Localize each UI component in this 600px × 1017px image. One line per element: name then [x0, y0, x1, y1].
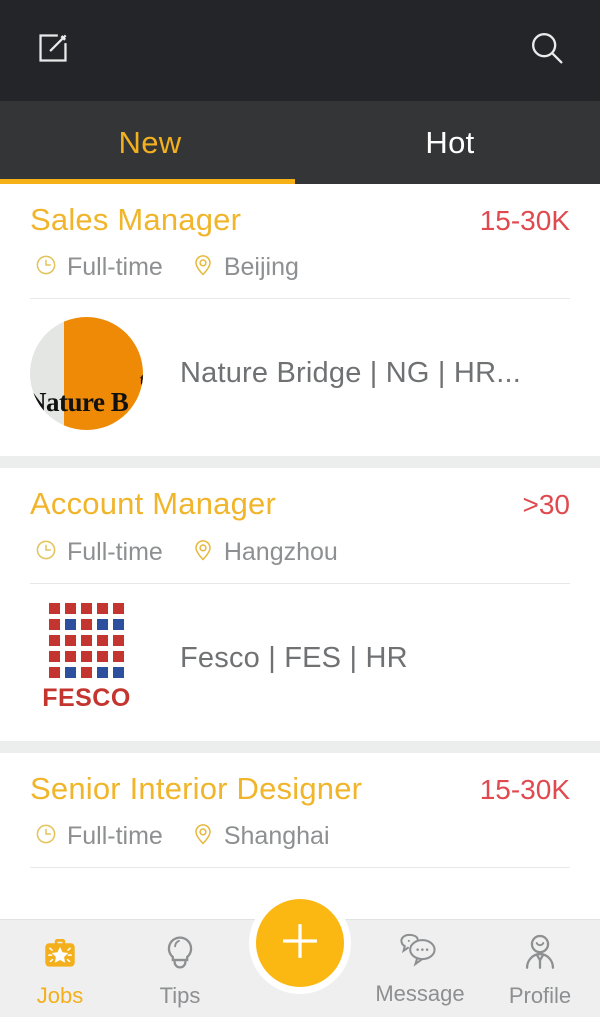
job-card[interactable]: Account Manager >30 Full-time Hangzhou F… [0, 468, 600, 741]
tab-active-indicator [0, 179, 295, 184]
job-card-body: FESCO Fesco | FES | HR [30, 584, 570, 741]
job-employment-type-label: Full-time [67, 822, 163, 851]
job-meta-row: Full-time Shanghai [30, 808, 570, 867]
fesco-logo-square [65, 667, 76, 679]
nav-item-message[interactable]: Message [360, 920, 480, 1007]
nav-item-profile[interactable]: Profile [480, 920, 600, 1009]
nav-item-message-label: Message [375, 981, 465, 1006]
tab-new-label: New [118, 124, 182, 160]
person-icon [519, 932, 561, 979]
job-employment-type: Full-time [34, 822, 163, 851]
plus-icon [274, 915, 326, 972]
job-location-label: Shanghai [223, 822, 330, 851]
nav-item-jobs-label: Jobs [36, 983, 84, 1008]
clock-icon [34, 538, 58, 567]
fesco-logo-text: FESCO [42, 684, 131, 713]
job-employment-type: Full-time [34, 253, 163, 282]
fesco-logo-square [113, 603, 124, 615]
nature-bridge-logo-text: Nature B [30, 387, 129, 418]
fesco-logo-square [65, 651, 76, 663]
clock-icon [34, 253, 58, 282]
fesco-logo-square [65, 635, 76, 647]
job-salary: >30 [522, 489, 571, 521]
fesco-logo-square [49, 667, 60, 679]
job-employment-type: Full-time [34, 538, 163, 567]
job-card-body: tt Nature B Nature Bridge | NG | HR... [30, 299, 570, 456]
bottom-navigation: Jobs Tips Message Profile [0, 892, 600, 1017]
fab-inner [256, 899, 344, 987]
company-info: Fesco | FES | HR [180, 641, 408, 674]
nature-bridge-logo-icon: tt Nature B [30, 317, 143, 431]
fesco-logo-square [113, 667, 124, 679]
job-card-header: Sales Manager 15-30K [30, 184, 570, 239]
nav-item-tips[interactable]: Tips [120, 920, 240, 1009]
job-title: Senior Interior Designer [30, 770, 363, 806]
job-list: Sales Manager 15-30K Full-time Beijing t… [0, 184, 600, 1014]
job-title: Sales Manager [30, 202, 242, 237]
job-card[interactable]: Sales Manager 15-30K Full-time Beijing t… [0, 184, 600, 457]
tab-hot[interactable]: Hot [300, 101, 600, 184]
job-location-label: Hangzhou [223, 537, 338, 566]
clock-icon [34, 822, 58, 851]
company-logo: FESCO [30, 602, 143, 715]
fesco-logo-square [97, 651, 108, 663]
fesco-logo-square [81, 603, 92, 615]
job-location: Beijing [191, 253, 299, 282]
job-employment-type-label: Full-time [67, 253, 163, 282]
fesco-logo-square [49, 619, 60, 631]
fesco-logo-square [97, 603, 108, 615]
fesco-logo-square [81, 635, 92, 647]
fesco-logo-square [113, 619, 124, 631]
add-button[interactable] [249, 892, 351, 994]
compose-icon [36, 31, 70, 70]
nav-item-tips-label: Tips [159, 983, 201, 1008]
location-pin-icon [191, 253, 215, 282]
app-root: New Hot Sales Manager 15-30K Full-time B… [0, 0, 600, 1017]
job-location: Shanghai [191, 822, 330, 851]
location-pin-icon [191, 822, 215, 851]
job-location: Hangzhou [191, 538, 338, 567]
tab-new[interactable]: New [0, 101, 300, 184]
briefcase-star-icon [39, 932, 81, 979]
job-title: Account Manager [30, 486, 276, 522]
fesco-logo-icon: FESCO [30, 602, 143, 715]
nav-item-profile-label: Profile [508, 983, 572, 1008]
fesco-logo-square [65, 603, 76, 615]
fesco-logo-square [49, 635, 60, 647]
fesco-logo-square [49, 651, 60, 663]
fesco-logo-square [49, 603, 60, 615]
job-card-header: Account Manager >30 [30, 468, 570, 523]
fesco-logo-grid [49, 603, 124, 679]
job-card-header: Senior Interior Designer 15-30K [30, 753, 570, 808]
lightbulb-icon [159, 932, 201, 979]
fesco-logo-square [97, 635, 108, 647]
fesco-logo-square [97, 667, 108, 679]
fesco-logo-square [81, 667, 92, 679]
top-app-bar [0, 0, 600, 101]
tab-hot-label: Hot [425, 124, 475, 160]
search-icon [527, 28, 567, 73]
compose-button[interactable] [26, 24, 80, 78]
fesco-logo-square [97, 619, 108, 631]
fesco-logo-square [113, 635, 124, 647]
job-location-label: Beijing [223, 253, 299, 282]
tab-bar: New Hot [0, 101, 600, 184]
fesco-logo-square [81, 619, 92, 631]
search-button[interactable] [520, 24, 574, 78]
company-info: Nature Bridge | NG | HR... [180, 357, 521, 390]
fesco-logo-square [81, 651, 92, 663]
job-salary: 15-30K [479, 205, 570, 236]
job-salary: 15-30K [479, 773, 570, 805]
job-meta-row: Full-time Beijing [30, 239, 570, 298]
fesco-logo-square [113, 651, 124, 663]
chat-bubbles-icon [398, 932, 442, 977]
location-pin-icon [191, 538, 215, 567]
job-employment-type-label: Full-time [67, 537, 163, 566]
company-logo: tt Nature B [30, 317, 143, 431]
job-meta-row: Full-time Hangzhou [30, 524, 570, 583]
fesco-logo-square [65, 619, 76, 631]
nav-item-jobs[interactable]: Jobs [0, 920, 120, 1009]
